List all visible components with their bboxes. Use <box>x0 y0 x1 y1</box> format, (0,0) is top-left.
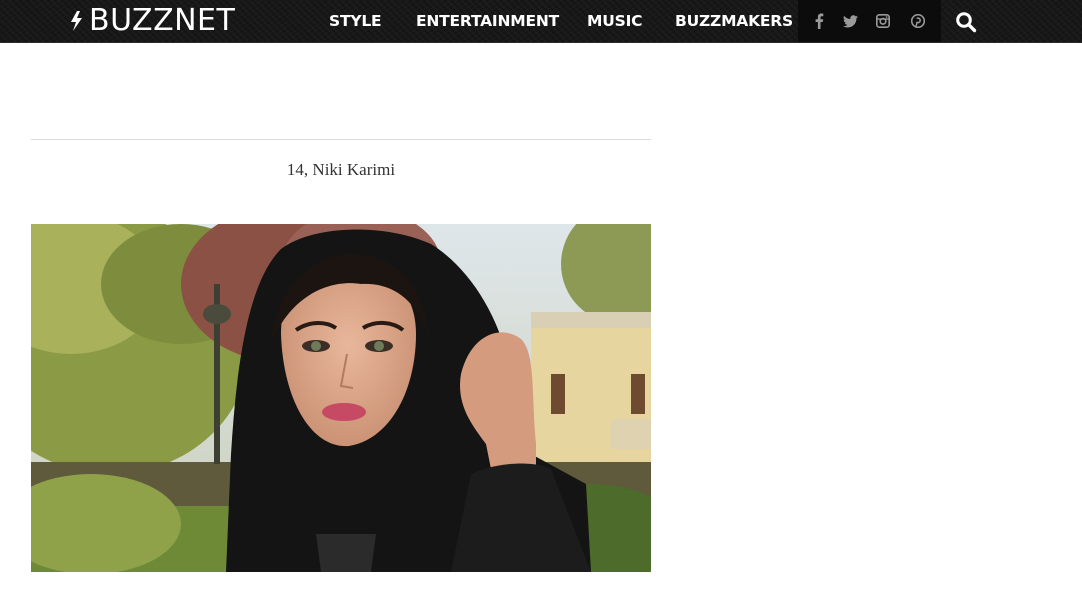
site-logo[interactable]: BUZZNET <box>70 4 235 38</box>
nav-music[interactable]: MUSIC <box>587 0 643 42</box>
social-links <box>798 0 941 42</box>
logo-text: BUZZNET <box>89 3 236 38</box>
bolt-icon <box>71 11 82 31</box>
article-photo <box>31 224 651 572</box>
twitter-icon[interactable] <box>841 12 859 30</box>
header-edge <box>0 42 1082 43</box>
site-header: BUZZNET STYLE ENTERTAINMENT MUSIC BUZZMA… <box>0 0 1082 42</box>
instagram-icon[interactable] <box>874 12 892 30</box>
portrait-photo <box>31 224 651 572</box>
slide-caption: 14, Niki Karimi <box>286 160 396 179</box>
nav-style[interactable]: STYLE <box>329 0 382 42</box>
nav-buzzmakers[interactable]: BUZZMAKERS <box>675 0 793 42</box>
pinterest-icon[interactable] <box>909 12 927 30</box>
nav-entertainment[interactable]: ENTERTAINMENT <box>416 0 559 42</box>
divider <box>31 139 651 140</box>
facebook-icon[interactable] <box>810 12 828 30</box>
search-icon[interactable] <box>955 11 977 33</box>
